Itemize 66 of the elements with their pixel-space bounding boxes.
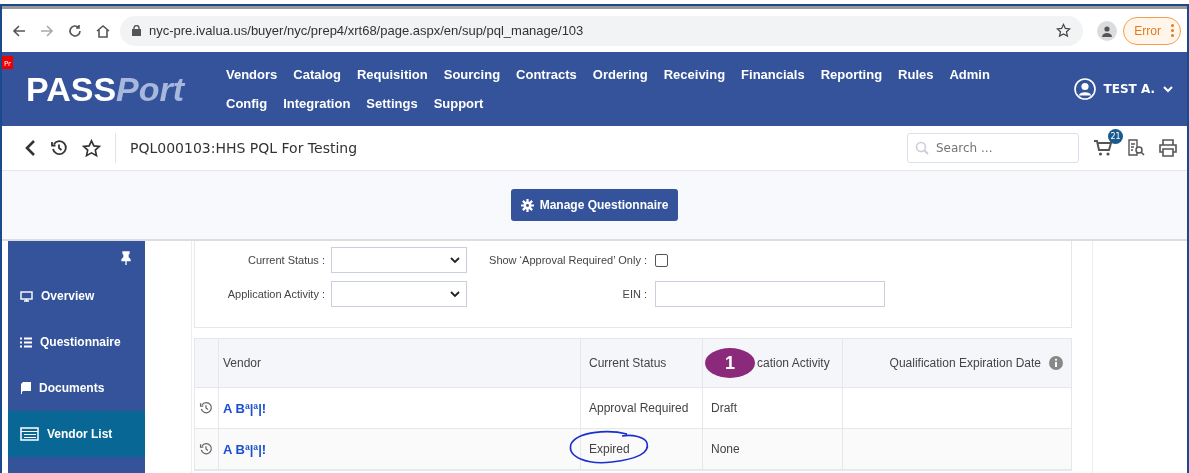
menu-item[interactable]: Support	[433, 96, 484, 111]
search-icon	[915, 141, 929, 155]
menu-item[interactable]: Settings	[366, 96, 418, 111]
field-label: Show ‘Approval Required’ Only :	[488, 254, 648, 266]
back-icon[interactable]	[24, 139, 36, 157]
more-icon	[1171, 24, 1174, 37]
menu-item[interactable]: Admin	[949, 67, 990, 82]
column-header[interactable]: Vendor	[219, 339, 581, 387]
gear-icon	[520, 198, 534, 212]
history-icon[interactable]	[199, 401, 213, 415]
info-icon[interactable]	[1049, 356, 1063, 370]
chevron-down-icon	[450, 256, 460, 264]
sidebar-item[interactable]: Vendor List	[8, 411, 145, 457]
menu-item[interactable]: Contracts	[516, 67, 577, 82]
page-title: PQL000103:HHS PQL For Testing	[130, 140, 359, 156]
address-bar[interactable]: nyc-pre.ivalua.us/buyer/nyc/prep4/xrt68/page.aspx/en/sup/pql_manage/103	[120, 15, 1084, 46]
cart-count-badge: 21	[1108, 129, 1123, 144]
profile-icon[interactable]	[1097, 20, 1118, 41]
document-search-icon[interactable]	[1127, 139, 1145, 157]
sidebar-item[interactable]: Questionnaire	[8, 319, 145, 365]
user-name[interactable]: TEST A.	[1103, 82, 1155, 96]
menu-item[interactable]: Receiving	[663, 67, 726, 82]
list-icon	[20, 336, 32, 348]
menu-item[interactable]: Reporting	[820, 67, 883, 82]
avatar-icon[interactable]	[1073, 78, 1096, 100]
book-icon	[20, 382, 31, 394]
approval-only-checkbox[interactable]	[655, 253, 668, 267]
menu-item[interactable]: Requisition	[356, 67, 428, 82]
menu-item[interactable]: Integration	[283, 96, 351, 111]
history-icon[interactable]	[50, 139, 68, 157]
star-icon[interactable]	[82, 138, 101, 158]
field-label: Application Activity :	[226, 288, 326, 300]
ein-field[interactable]	[655, 281, 885, 307]
menu-item[interactable]: Catalog	[293, 67, 341, 82]
cart-icon[interactable]	[1093, 139, 1113, 157]
menu-item[interactable]: Sourcing	[443, 67, 501, 82]
lock-icon	[132, 25, 141, 36]
step-badge: 1	[705, 348, 755, 378]
logo[interactable]: PASSPort	[26, 69, 226, 109]
search-field[interactable]: Search ...	[907, 133, 1079, 163]
monitor-icon	[20, 290, 33, 302]
star-icon[interactable]	[1056, 23, 1072, 38]
vendor-link[interactable]: A Bª|ª|!	[223, 441, 267, 457]
sidebar-item[interactable]: Overview	[8, 273, 145, 319]
table-cell: None	[711, 442, 740, 456]
column-header[interactable]: cation Activity	[757, 356, 830, 370]
sidebar-item[interactable]: Documents	[8, 365, 145, 411]
table-cell: Approval Required	[589, 401, 689, 415]
column-header[interactable]: Qualification Expiration Date	[889, 356, 1041, 370]
menu-item[interactable]: Rules	[898, 67, 934, 82]
menu-item[interactable]: Config	[226, 96, 268, 111]
menu-item[interactable]: Financials	[741, 67, 805, 82]
column-header[interactable]: Current Status	[581, 339, 703, 387]
print-icon[interactable]	[1159, 139, 1177, 157]
table-cell: Draft	[711, 401, 737, 415]
chevron-down-icon	[450, 290, 460, 298]
table-icon	[20, 427, 39, 441]
vendor-link[interactable]: A Bª|ª|!	[223, 400, 267, 416]
chevron-down-icon[interactable]	[1163, 85, 1173, 93]
table-cell: Expired	[589, 442, 630, 456]
menu-item[interactable]: Vendors	[226, 67, 278, 82]
field-label: Current Status :	[246, 254, 326, 266]
menu-item[interactable]: Ordering	[592, 67, 648, 82]
pin-icon[interactable]	[121, 251, 131, 265]
manage-questionnaire-button[interactable]: Manage Questionnaire	[510, 189, 679, 221]
field-label: EIN :	[621, 288, 648, 300]
